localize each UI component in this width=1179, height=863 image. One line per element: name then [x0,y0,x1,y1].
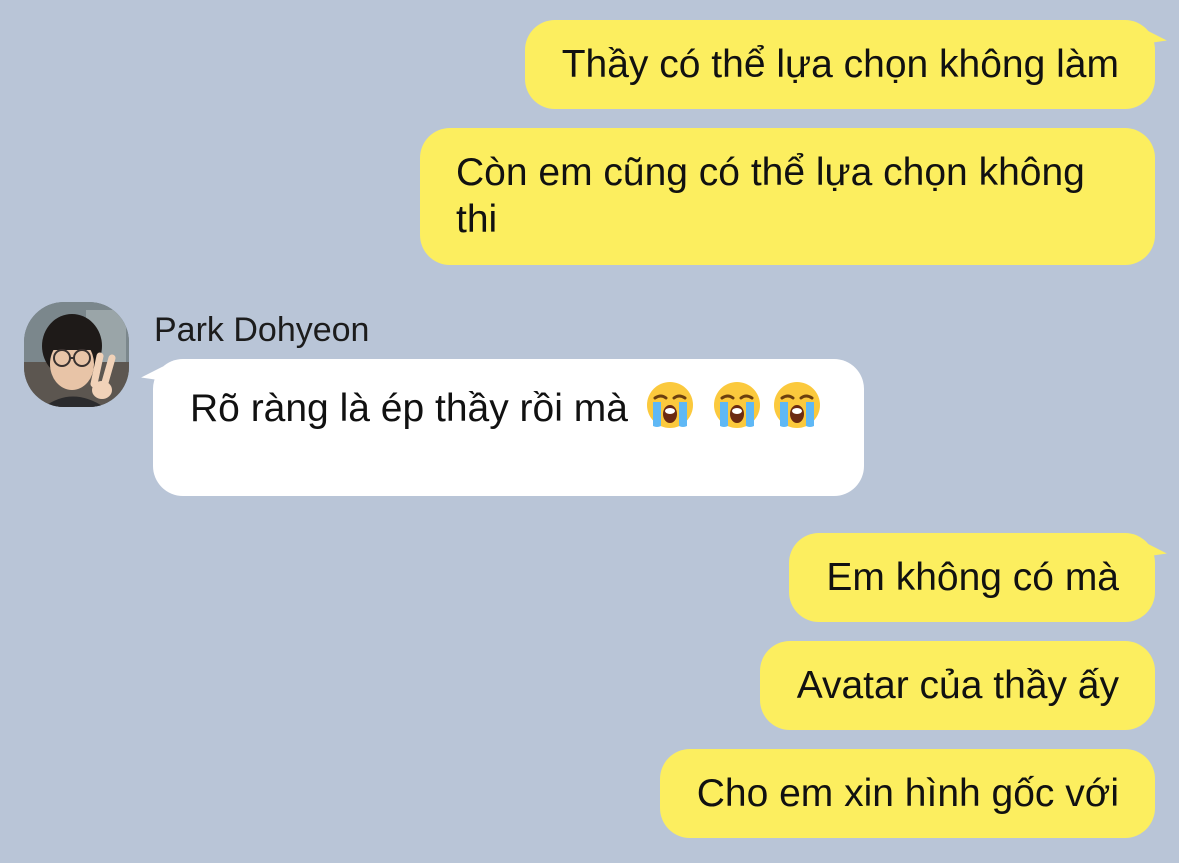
message-text: Cho em xin hình gốc với [696,772,1119,815]
outgoing-message-bubble[interactable]: Em không có mà [789,533,1155,622]
sender-name: Park Dohyeon [154,311,370,349]
outgoing-message-bubble[interactable]: Avatar của thầy ấy [759,641,1155,730]
avatar-photo [24,302,129,407]
outgoing-message-bubble[interactable]: Còn em cũng có thể lựa chọn không thi [420,128,1155,265]
message-text: Avatar của thầy ấy [796,664,1119,707]
outgoing-message-bubble[interactable]: Thầy có thể lựa chọn không làm [524,20,1155,109]
message-text: Rõ ràng là ép thầy rồi mà [190,387,628,430]
message-text: Thầy có thể lựa chọn không làm [561,43,1119,86]
loudly-crying-face-icon [713,382,760,428]
message-text: Em không có mà [826,556,1119,599]
chat-thread: Thầy có thể lựa chọn không làm Còn em cũ… [0,0,1179,863]
loudly-crying-face-icon [646,382,693,428]
loudly-crying-face-icon [774,382,821,428]
message-text: Còn em cũng có thể lựa chọn không thi [456,151,1085,241]
incoming-message-bubble[interactable]: Rõ ràng là ép thầy rồi mà [153,359,864,496]
outgoing-message-bubble[interactable]: Cho em xin hình gốc với [659,749,1155,838]
contact-avatar[interactable] [24,302,129,407]
